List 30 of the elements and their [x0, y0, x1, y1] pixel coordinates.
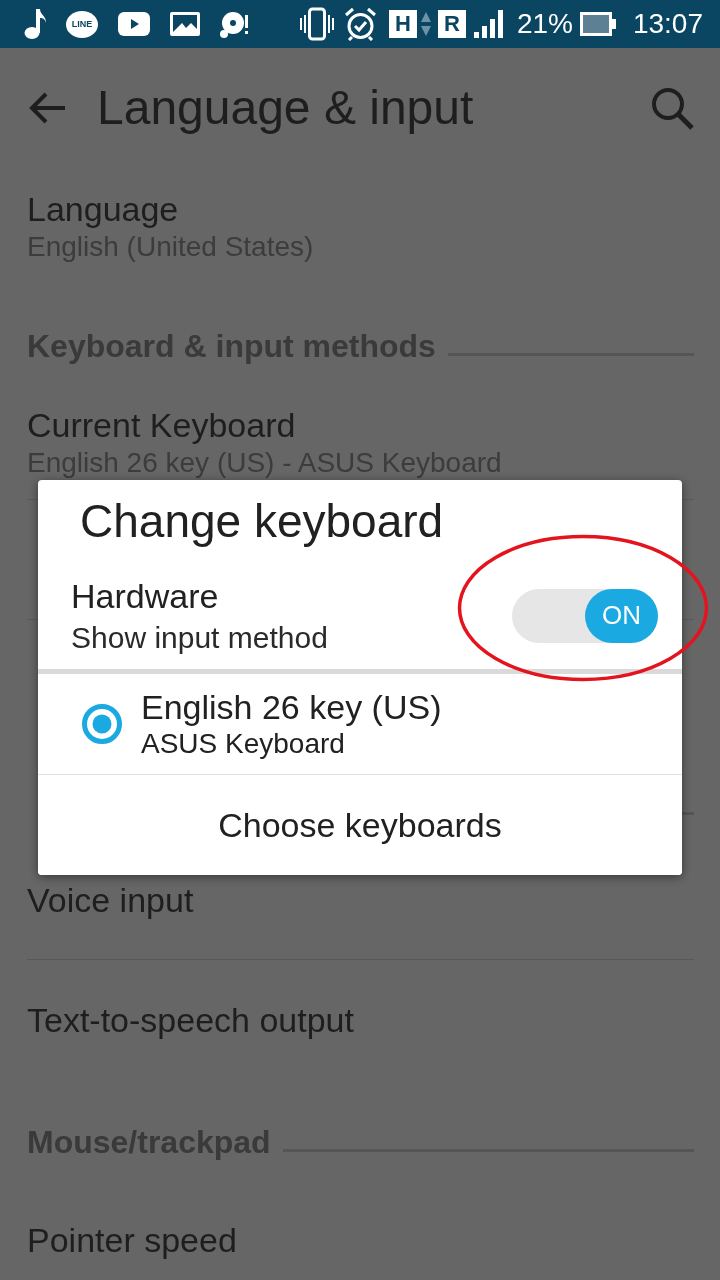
radio-button[interactable] — [82, 704, 122, 744]
keyboard-name: English 26 key (US) — [141, 687, 442, 727]
signal-strength-icon — [473, 10, 504, 38]
roaming-badge: R — [437, 10, 466, 38]
setting-title[interactable]: Text-to-speech output — [27, 1000, 354, 1040]
setting-title[interactable]: Current Keyboard — [27, 404, 296, 445]
keyboard-provider: ASUS Keyboard — [141, 727, 345, 761]
setting-title[interactable]: Language — [27, 189, 179, 229]
back-arrow-icon[interactable] — [28, 91, 66, 125]
chat-bubble-icon: LINE — [66, 10, 98, 38]
setting-title[interactable]: Pointer speed — [27, 1220, 237, 1260]
battery-percent: 21% — [516, 7, 573, 41]
dialog-title: Change keyboard — [80, 494, 444, 548]
music-note-icon — [24, 9, 46, 39]
data-activity-icon — [420, 11, 431, 37]
image-icon — [170, 12, 200, 36]
alarm-clock-icon — [343, 7, 377, 41]
choose-keyboards-button[interactable]: Choose keyboards — [38, 775, 682, 875]
clock-time: 13:07 — [632, 7, 703, 41]
vibrate-icon — [298, 7, 335, 41]
screen-title: Language & input — [97, 80, 475, 136]
disc-alert-icon — [220, 10, 250, 38]
hardware-summary: Show input method — [71, 619, 328, 656]
search-icon[interactable] — [650, 86, 694, 130]
video-play-icon — [118, 12, 150, 36]
toggle-switch[interactable]: ON — [512, 588, 658, 643]
battery-icon — [579, 12, 616, 36]
setting-title[interactable]: Voice input — [27, 880, 194, 920]
hardware-label: Hardware — [71, 575, 219, 616]
network-type-badge: H — [388, 10, 417, 38]
